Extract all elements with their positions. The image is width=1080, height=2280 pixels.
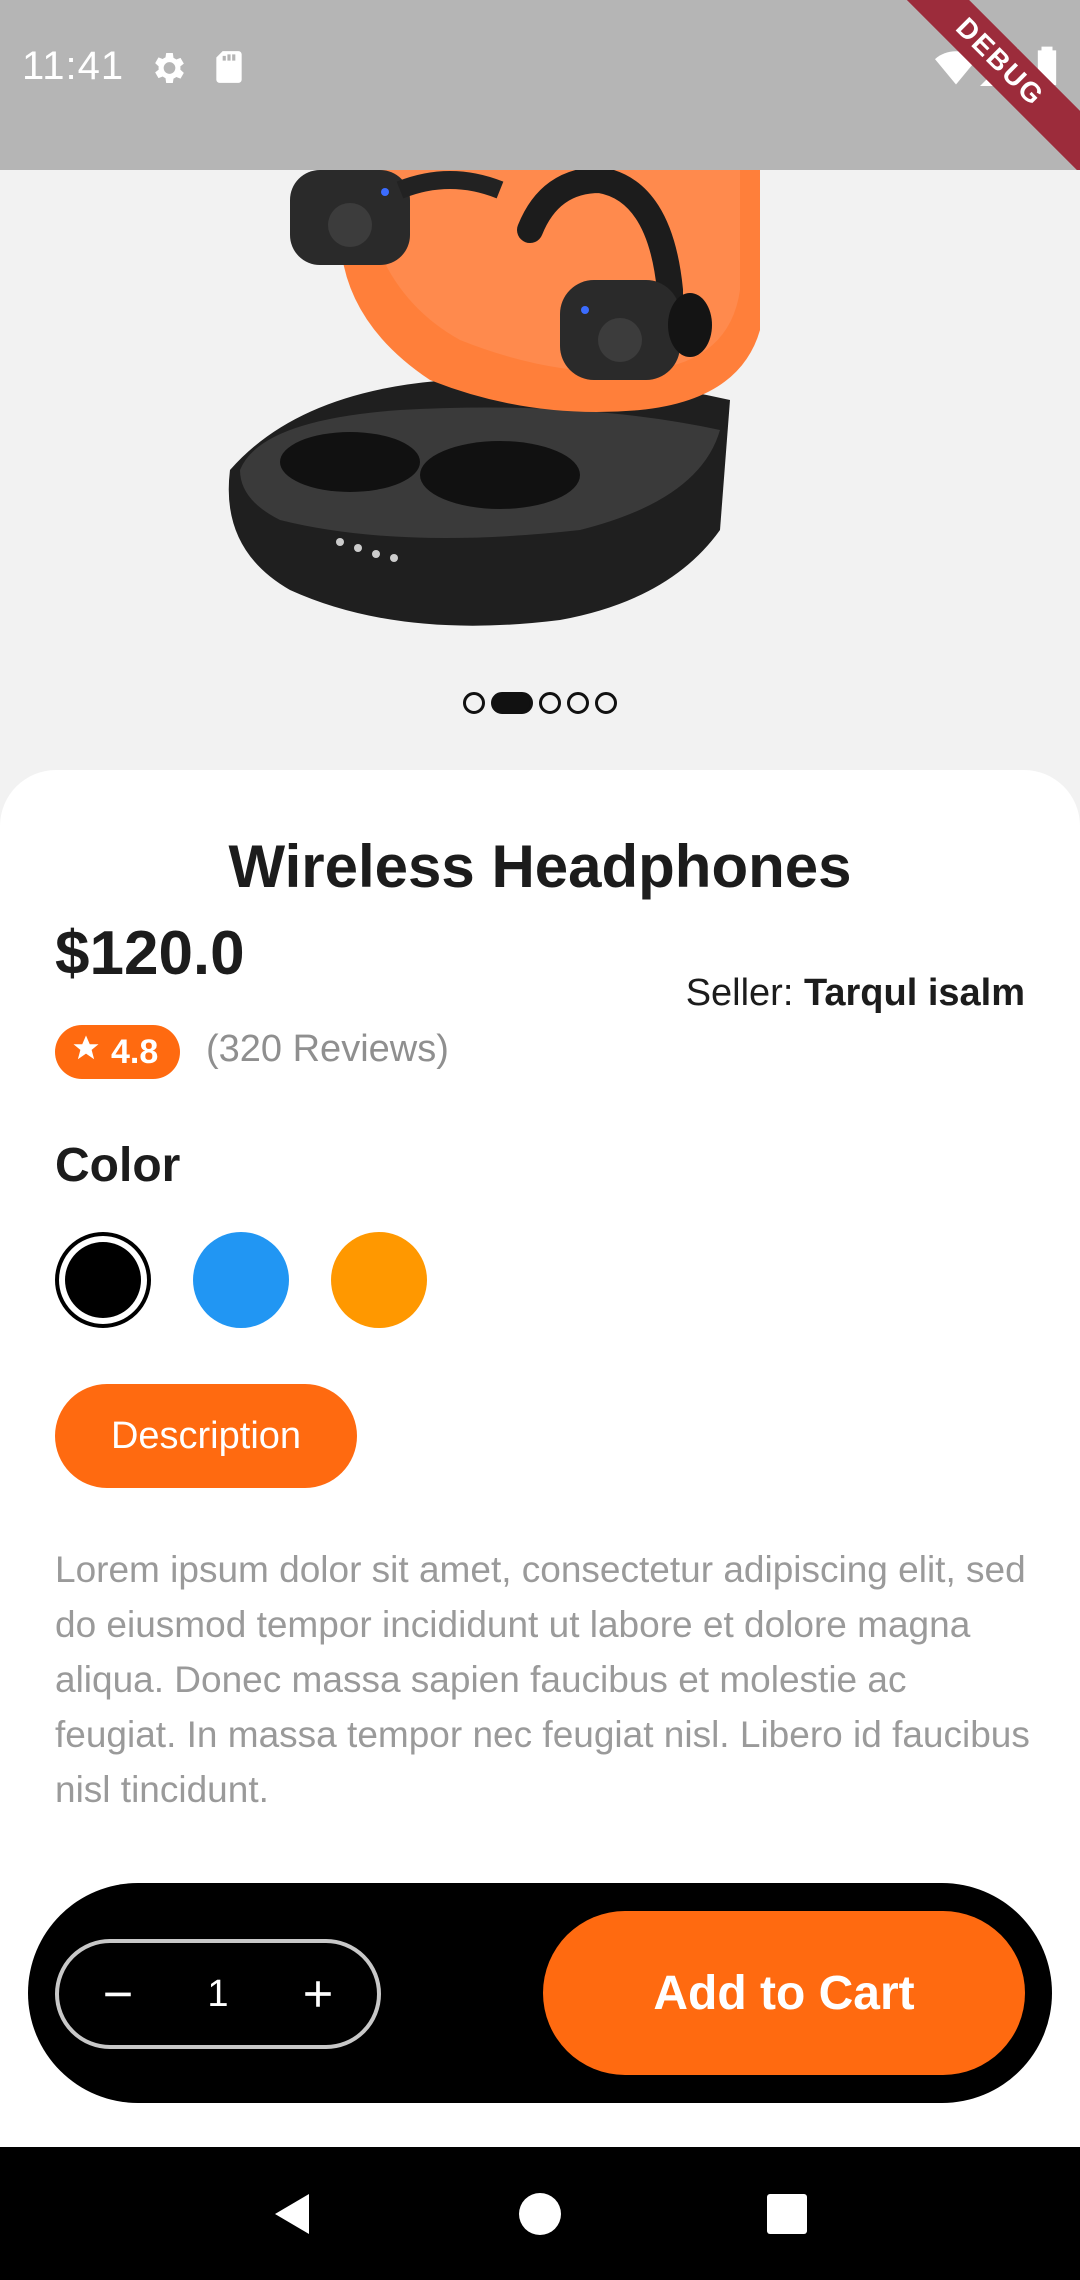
system-nav-bar	[0, 2147, 1080, 2280]
product-price: $120.0	[55, 919, 245, 988]
star-icon	[71, 1033, 101, 1072]
status-bar: 11:41 DEBUG	[0, 0, 1080, 170]
color-label: Color	[55, 1139, 181, 1192]
gear-icon	[148, 48, 188, 93]
carousel-indicator	[0, 692, 1080, 714]
back-icon[interactable]	[263, 2184, 323, 2244]
quantity-stepper: 1	[55, 1939, 381, 2049]
home-icon[interactable]	[510, 2184, 570, 2244]
add-to-cart-button[interactable]: Add to Cart	[543, 1911, 1025, 2075]
carousel-dot-active[interactable]	[491, 692, 533, 714]
status-time: 11:41	[22, 44, 125, 88]
quantity-value: 1	[207, 1972, 229, 2015]
color-swatches	[55, 1232, 427, 1328]
product-title: Wireless Headphones	[228, 833, 852, 900]
carousel-dot[interactable]	[539, 692, 561, 714]
seller-label: Seller:	[685, 972, 804, 1014]
sd-card-icon	[212, 48, 246, 91]
rating-value: 4.8	[111, 1032, 159, 1071]
carousel-dot[interactable]	[463, 692, 485, 714]
tab-description[interactable]: Description	[55, 1384, 357, 1488]
color-swatch-orange[interactable]	[331, 1232, 427, 1328]
cart-bar: 1 Add to Cart	[28, 1883, 1052, 2103]
recents-icon[interactable]	[757, 2184, 817, 2244]
seller-info: Seller: Tarqul isalm	[686, 972, 1025, 1015]
color-swatch-blue[interactable]	[193, 1232, 289, 1328]
product-description: Lorem ipsum dolor sit amet, consectetur …	[55, 1549, 1030, 1810]
review-count[interactable]: (320 Reviews)	[206, 1028, 449, 1071]
carousel-dot[interactable]	[595, 692, 617, 714]
product-image-carousel[interactable]	[0, 170, 1080, 780]
color-swatch-black[interactable]	[55, 1232, 151, 1328]
minus-icon[interactable]	[88, 1964, 148, 2024]
plus-icon[interactable]	[288, 1964, 348, 2024]
carousel-dot[interactable]	[567, 692, 589, 714]
seller-name: Tarqul isalm	[803, 972, 1025, 1014]
rating-badge: 4.8	[55, 1025, 181, 1079]
wireless-earbuds-image	[200, 170, 820, 640]
